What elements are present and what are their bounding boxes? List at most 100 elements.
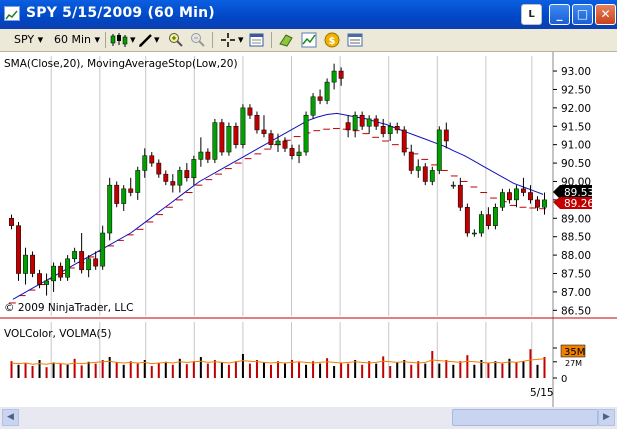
- bar-style-dropdown[interactable]: ▾: [130, 32, 136, 48]
- candle-body: [514, 188, 519, 201]
- volume-bar: [255, 360, 258, 378]
- candle-body: [219, 122, 225, 153]
- bar-style-icon[interactable]: [110, 32, 128, 48]
- crosshair-icon[interactable]: [220, 32, 236, 48]
- volume-bar: [354, 360, 357, 378]
- candle-body: [86, 258, 92, 271]
- instrument-label: SPY: [14, 33, 35, 46]
- indicator-icon[interactable]: [301, 32, 317, 48]
- volume-bar: [31, 366, 34, 378]
- instrument-selector[interactable]: SPY ▾: [14, 32, 43, 48]
- candle-body: [535, 199, 540, 208]
- interval-selector[interactable]: 60 Min ▾: [54, 32, 100, 48]
- link-button[interactable]: L: [521, 4, 542, 25]
- volume-bar: [543, 357, 546, 378]
- candle-body: [429, 170, 435, 182]
- indicator-label: SMA(Close,20), MovingAverageStop(Low,20): [4, 58, 238, 70]
- volume-bar: [108, 357, 111, 378]
- volume-tick-label: 0: [561, 374, 567, 385]
- candle-body: [100, 232, 106, 267]
- candle-body: [72, 251, 78, 260]
- candle-body: [37, 273, 42, 285]
- candle-body: [275, 140, 281, 145]
- chart-area[interactable]: 93.0092.5092.0091.5091.0090.5090.0089.50…: [0, 52, 617, 407]
- candle-body: [528, 192, 533, 201]
- candle-body: [51, 265, 57, 282]
- candle-body: [492, 206, 498, 226]
- candlestick-series: [9, 63, 547, 296]
- zoom-out-icon[interactable]: [190, 32, 206, 48]
- volume-bar: [298, 362, 301, 378]
- minimize-button[interactable]: _: [549, 4, 570, 25]
- zoom-in-icon[interactable]: [168, 32, 184, 48]
- candle-body: [177, 170, 183, 186]
- price-tick-label: 88.00: [561, 250, 591, 262]
- candle-body: [212, 122, 218, 160]
- price-tick-label: 87.00: [561, 287, 591, 299]
- volume-bar: [403, 360, 406, 378]
- candle-body: [542, 199, 547, 208]
- scroll-thumb[interactable]: [452, 409, 598, 426]
- candle-body: [310, 96, 316, 116]
- scroll-left-arrow[interactable]: ◀: [2, 409, 19, 426]
- volume-bar: [185, 364, 188, 378]
- volume-bar: [248, 363, 251, 378]
- candle-body: [324, 81, 330, 101]
- volume-bar: [94, 363, 97, 378]
- candle-body: [170, 181, 176, 186]
- candle-body: [205, 151, 211, 160]
- price-chart[interactable]: 93.0092.5092.0091.5091.0090.5090.0089.50…: [0, 52, 617, 407]
- strategy-icon[interactable]: [278, 32, 294, 48]
- volume-bar: [150, 366, 153, 378]
- volume-bar: [227, 364, 230, 378]
- candle-body: [191, 159, 197, 179]
- candle-body: [457, 184, 463, 208]
- toolbar-divider: [271, 32, 272, 48]
- maximize-button[interactable]: □: [572, 4, 593, 25]
- scroll-right-arrow[interactable]: ▶: [598, 409, 615, 426]
- volume-bar: [515, 362, 518, 378]
- volume-bar: [396, 362, 399, 378]
- volume-bar: [17, 364, 20, 378]
- candle-body: [387, 126, 393, 134]
- candle-body: [331, 70, 337, 83]
- volume-tick-label: 27M: [565, 359, 582, 368]
- drawing-dropdown[interactable]: ▾: [154, 32, 160, 48]
- candle-body: [296, 151, 302, 156]
- candle-body: [16, 225, 21, 274]
- candle-body: [30, 254, 35, 274]
- properties-icon[interactable]: [347, 32, 363, 48]
- title-bar: SPY 5/15/2009 (60 Min) L _ □ ✕: [0, 0, 617, 29]
- data-box-icon[interactable]: [249, 32, 265, 48]
- volume-bar: [333, 366, 336, 378]
- horizontal-scrollbar[interactable]: ◀ ▶: [0, 407, 617, 429]
- volume-bar: [536, 364, 539, 378]
- volume-bar: [213, 360, 216, 378]
- candle-body: [121, 188, 127, 204]
- volume-bar: [66, 364, 69, 378]
- volume-bar: [529, 349, 532, 378]
- chevron-down-icon: ▾: [37, 33, 44, 46]
- candle-body: [184, 170, 190, 179]
- volume-bar: [501, 363, 504, 378]
- chart-trader-icon[interactable]: $: [324, 32, 340, 48]
- volume-bar: [206, 363, 209, 378]
- pencil-icon[interactable]: [138, 32, 154, 48]
- chart-window-icon: [4, 6, 20, 21]
- candle-body: [345, 122, 351, 131]
- volume-bar: [73, 358, 76, 378]
- volume-bar: [59, 363, 62, 378]
- candle-body: [499, 192, 505, 208]
- volume-bar: [466, 355, 469, 378]
- crosshair-dropdown[interactable]: ▾: [238, 32, 244, 48]
- interval-label: 60 Min: [54, 33, 92, 46]
- volume-bar: [326, 358, 329, 378]
- price-tick-label: 89.00: [561, 213, 591, 225]
- window-title: SPY 5/15/2009 (60 Min): [26, 5, 215, 21]
- candle-body: [135, 170, 141, 193]
- volume-bar: [445, 360, 448, 378]
- close-button[interactable]: ✕: [595, 4, 616, 25]
- volume-bars: [10, 349, 546, 378]
- volume-bar: [122, 364, 125, 378]
- volume-bar: [347, 363, 350, 378]
